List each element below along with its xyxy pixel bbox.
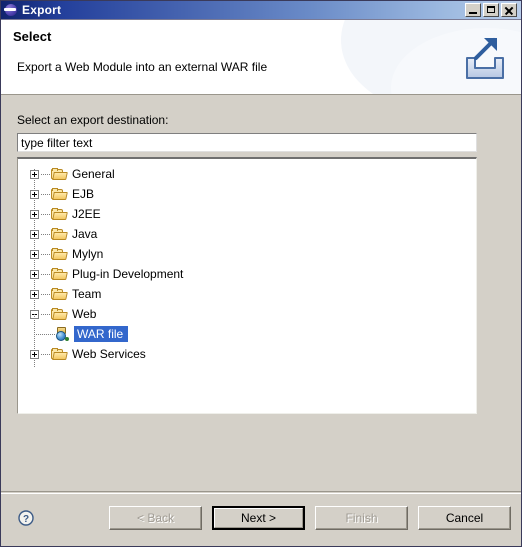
eclipse-globe-icon (4, 3, 18, 17)
tree-item-label: General (72, 167, 115, 181)
window-controls (465, 3, 519, 17)
back-button[interactable]: < Back (109, 506, 202, 530)
folder-icon (51, 187, 68, 201)
tree-item-label: Web (72, 307, 97, 321)
tree-connector (41, 213, 50, 215)
expand-icon[interactable] (28, 284, 41, 304)
tree-item-general[interactable]: General (18, 164, 476, 184)
folder-icon (51, 167, 68, 181)
tree-connector (41, 253, 50, 255)
tree-item-web[interactable]: Web (18, 304, 476, 324)
maximize-icon[interactable] (483, 3, 499, 17)
tree-item-plug-in-development[interactable]: Plug-in Development (18, 264, 476, 284)
tree-connector (41, 273, 50, 275)
tree-item-label: Web Services (72, 347, 146, 361)
minimize-icon[interactable] (465, 3, 481, 17)
tree-item-label: EJB (72, 187, 95, 201)
filter-input[interactable] (17, 133, 477, 152)
titlebar[interactable]: Export (1, 1, 521, 20)
tree-connector (41, 193, 50, 195)
finish-button[interactable]: Finish (315, 506, 408, 530)
tree-connector (41, 233, 50, 235)
expand-icon[interactable] (28, 224, 41, 244)
help-icon[interactable]: ? (18, 510, 34, 526)
export-destination-tree[interactable]: General EJB J2EE Java Mylyn Plug-in Deve… (17, 157, 477, 414)
expand-icon[interactable] (28, 204, 41, 224)
tree-connector (41, 353, 50, 355)
folder-icon (51, 287, 68, 301)
expand-icon[interactable] (28, 264, 41, 284)
folder-icon (51, 267, 68, 281)
tree-item-label: Java (72, 227, 98, 241)
svg-text:?: ? (23, 514, 29, 525)
dialog-body: Select an export destination: General EJ… (1, 95, 521, 493)
expand-icon[interactable] (28, 344, 41, 364)
tree-connector (41, 293, 50, 295)
tree-item-j2ee[interactable]: J2EE (18, 204, 476, 224)
tree-item-label: Team (72, 287, 102, 301)
folder-icon (51, 207, 68, 221)
window-title: Export (22, 3, 62, 17)
export-wizard-dialog: Export Select Export a Web Module into a… (0, 0, 522, 547)
tree-item-label: J2EE (72, 207, 101, 221)
tree-item-java[interactable]: Java (18, 224, 476, 244)
tree-connector (41, 173, 50, 175)
tree-item-mylyn[interactable]: Mylyn (18, 244, 476, 264)
expand-icon[interactable] (28, 184, 41, 204)
page-title: Select (13, 29, 52, 44)
tree-item-war-file[interactable]: WAR file (18, 314, 476, 344)
tree-item-web-services[interactable]: Web Services (18, 344, 476, 364)
tree-item-team[interactable]: Team (18, 284, 476, 304)
close-icon[interactable] (501, 3, 517, 17)
next-button[interactable]: Next > (212, 506, 305, 530)
tree-item-label: Mylyn (72, 247, 104, 261)
tree-item-label: WAR file (74, 326, 129, 342)
folder-icon (51, 227, 68, 241)
expand-icon[interactable] (28, 244, 41, 264)
wizard-banner: Select Export a Web Module into an exter… (1, 20, 521, 95)
folder-icon (51, 347, 68, 361)
expand-icon[interactable] (28, 164, 41, 184)
war-file-icon (54, 326, 70, 342)
dialog-footer: ? < Back Next > Finish Cancel (1, 491, 521, 546)
export-arrow-icon (459, 34, 511, 86)
tree-root: General EJB J2EE Java Mylyn Plug-in Deve… (18, 159, 476, 367)
page-description: Export a Web Module into an external WAR… (17, 60, 268, 74)
tree-connector (34, 314, 55, 335)
tree-item-ejb[interactable]: EJB (18, 184, 476, 204)
folder-icon (51, 247, 68, 261)
cancel-button[interactable]: Cancel (418, 506, 511, 530)
tree-item-label: Plug-in Development (72, 267, 184, 281)
next-button-label: Next > (240, 511, 276, 525)
destination-label: Select an export destination: (17, 113, 169, 127)
footer-buttons: < Back Next > Finish Cancel (109, 506, 511, 530)
